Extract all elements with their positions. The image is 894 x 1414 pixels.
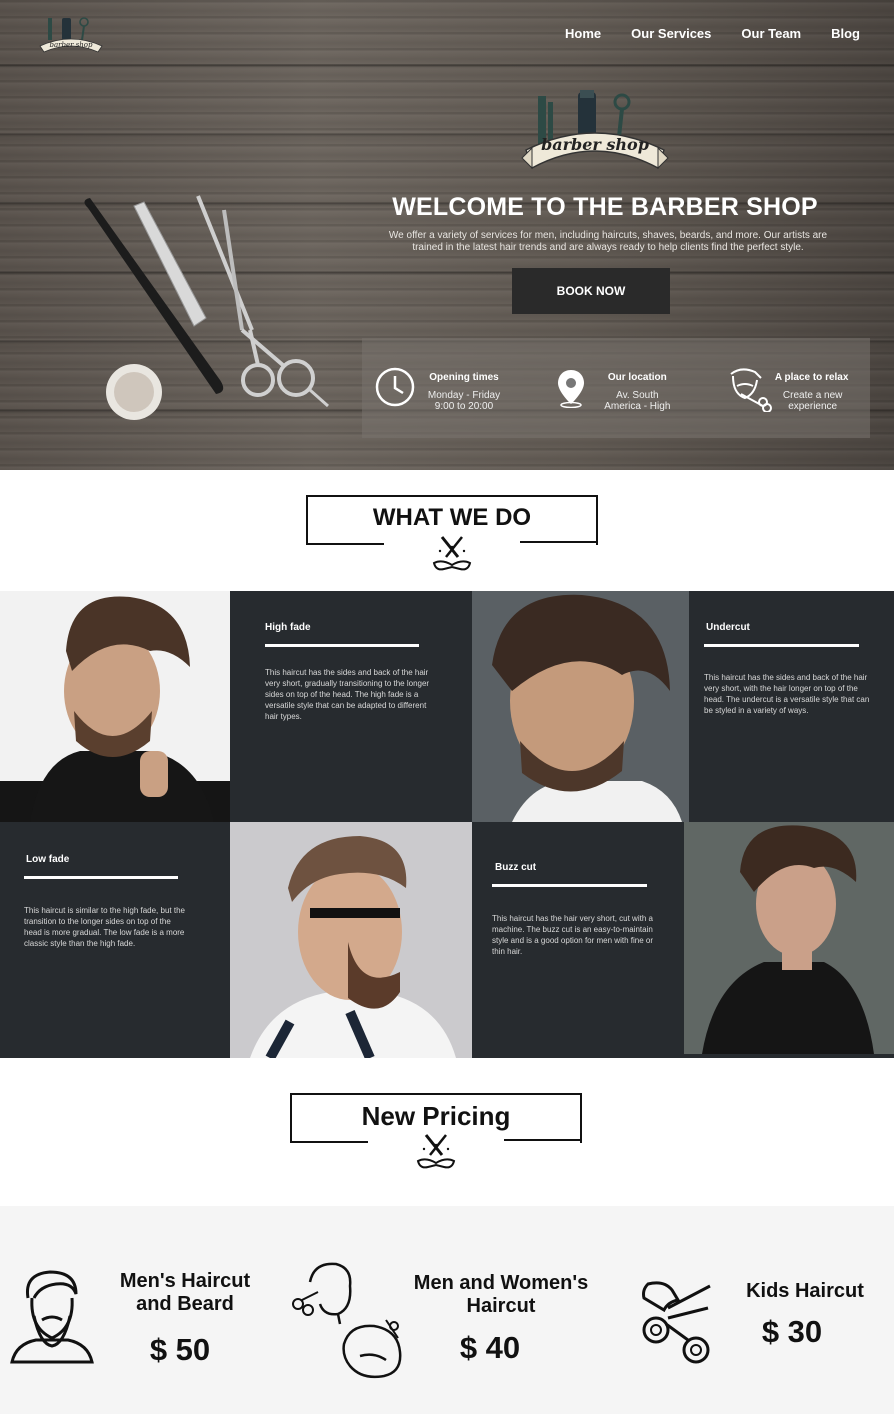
- card-title: Buzz cut: [495, 862, 537, 873]
- info-line: Av. South: [616, 390, 659, 401]
- nav-logo-icon[interactable]: barber shop: [38, 14, 104, 58]
- nav-blog[interactable]: Blog: [831, 26, 860, 41]
- barber-tools-image: [84, 195, 329, 420]
- hero-logo-icon: barber shop: [521, 90, 669, 170]
- card-title: High fade: [265, 622, 311, 633]
- card-text: This haircut has the sides and back of t…: [265, 668, 430, 721]
- haircut-grid: High fade This haircut has the sides and…: [0, 591, 894, 1058]
- card-text: This haircut has the sides and back of t…: [704, 673, 870, 715]
- nav-our-team[interactable]: Our Team: [741, 26, 801, 41]
- price-item-name: Men's Haircut and Beard: [119, 1270, 251, 1315]
- card-text: This haircut is similar to the high fade…: [24, 906, 185, 948]
- price-item-name: Kids Haircut: [746, 1280, 864, 1302]
- info-line: Create a new: [782, 390, 843, 401]
- haircut-card-undercut: Undercut This haircut has the sides and …: [689, 591, 894, 822]
- info-title: Our location: [607, 372, 667, 383]
- nav-logo-text: barber shop: [50, 41, 94, 49]
- pricing-section: Men's Haircut and Beard $ 50 Men and Wom…: [0, 1206, 894, 1414]
- info-box: Opening times Monday - Friday 9:00 to 20…: [362, 338, 870, 438]
- info-line: experience: [788, 401, 838, 412]
- info-line: Monday - Friday: [427, 390, 501, 401]
- card-title: Undercut: [706, 622, 750, 633]
- clock-icon: [375, 367, 415, 407]
- card-title: Low fade: [26, 854, 70, 865]
- mustache-emblem-icon: [432, 536, 472, 571]
- mustache-emblem-icon: [416, 1134, 456, 1169]
- nav-our-services[interactable]: Our Services: [631, 26, 711, 41]
- haircut-card-buzz-cut: Buzz cut This haircut has the hair very …: [472, 822, 684, 1058]
- hero-title: WELCOME TO THE BARBER SHOP: [392, 193, 818, 221]
- info-opening-times: Opening times Monday - Friday 9:00 to 20…: [362, 338, 531, 438]
- main-nav: Home Our Services Our Team Blog: [565, 26, 860, 41]
- card-text: This haircut has the hair very short, cu…: [492, 914, 653, 956]
- haircut-photo: [0, 591, 230, 822]
- hero-section: barber shop Home Our Services Our Team B…: [0, 0, 894, 470]
- price-item-name: Men and Women's Haircut: [413, 1272, 589, 1317]
- section-title: WHAT WE DO: [372, 504, 532, 531]
- info-line: America - High: [604, 401, 671, 412]
- scissors-icon: [642, 1281, 711, 1364]
- haircut-photo: [230, 822, 472, 1058]
- price-item-price: $ 30: [761, 1314, 823, 1349]
- nav-home[interactable]: Home: [565, 26, 601, 41]
- price-item-price: $ 50: [149, 1332, 211, 1367]
- what-we-do-heading: WHAT WE DO: [306, 495, 598, 577]
- pricing-heading: New Pricing: [290, 1093, 582, 1175]
- price-item-price: $ 40: [459, 1330, 521, 1365]
- info-line: 9:00 to 20:00: [434, 401, 494, 412]
- info-relax: A place to relax Create a new experience: [701, 338, 870, 438]
- hero-logo-text: barber shop: [541, 135, 649, 154]
- info-location: Our location Av. South America - High: [531, 338, 700, 438]
- info-title: Opening times: [429, 372, 499, 383]
- haircut-photo: [684, 822, 894, 1054]
- haircut-card-high-fade: High fade This haircut has the sides and…: [230, 591, 472, 822]
- man-woman-haircut-icon: [292, 1262, 402, 1379]
- hero-description: We offer a variety of services for men, …: [388, 230, 828, 253]
- haircut-card-low-fade: Low fade This haircut is similar to the …: [0, 822, 230, 1058]
- book-now-button[interactable]: BOOK NOW: [512, 268, 670, 314]
- info-title: A place to relax: [774, 372, 849, 383]
- section-title: New Pricing: [361, 1101, 511, 1131]
- haircut-photo: [472, 591, 689, 822]
- bearded-man-icon: [10, 1270, 94, 1364]
- location-pin-icon: [558, 370, 585, 408]
